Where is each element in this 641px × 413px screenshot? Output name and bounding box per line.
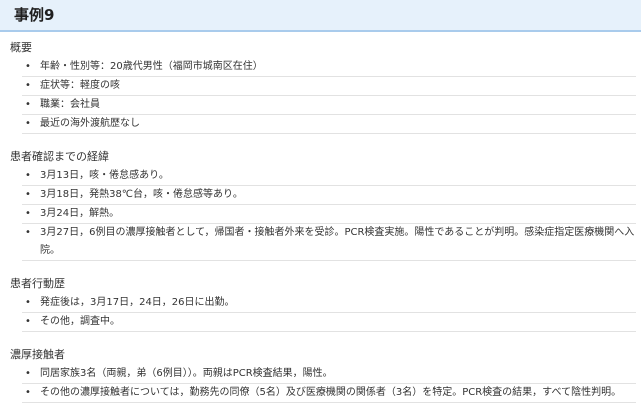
- bullet-icon: [25, 77, 31, 95]
- list-item-text: 職業：会社員: [40, 99, 100, 110]
- list-item-text: その他の濃厚接触者については，勤務先の同僚（5名）及び医療機関の関係者（3名）を…: [40, 387, 622, 398]
- list-item: 職業：会社員: [22, 96, 636, 115]
- bullet-icon: [25, 96, 31, 114]
- bullet-icon: [25, 313, 31, 331]
- bullet-icon: [25, 224, 31, 242]
- list-item: 3月18日，発熱38℃台，咳・倦怠感等あり。: [22, 186, 636, 205]
- section-heading: 概要: [10, 41, 32, 54]
- item-list: 発症後は，3月17日，24日，26日に出勤。 その他，調査中。: [22, 294, 636, 332]
- section-close-contacts: 濃厚接触者 同居家族3名（両親，弟（6例目））。両親はPCR検査結果，陽性。 そ…: [0, 347, 641, 403]
- list-item: 年齢・性別等：20歳代男性（福岡市城南区在住）: [22, 58, 636, 77]
- bullet-icon: [25, 58, 31, 76]
- list-item: 3月24日，解熱。: [22, 205, 636, 224]
- list-item-text: その他，調査中。: [40, 316, 120, 327]
- section-history: 患者確認までの経緯 3月13日，咳・倦怠感あり。 3月18日，発熱38℃台，咳・…: [0, 149, 641, 261]
- bullet-icon: [25, 365, 31, 383]
- list-item-text: 症状等：軽度の咳: [40, 80, 120, 91]
- list-item: 同居家族3名（両親，弟（6例目））。両親はPCR検査結果，陽性。: [22, 365, 636, 384]
- item-list: 3月13日，咳・倦怠感あり。 3月18日，発熱38℃台，咳・倦怠感等あり。 3月…: [22, 167, 636, 261]
- item-list: 年齢・性別等：20歳代男性（福岡市城南区在住） 症状等：軽度の咳 職業：会社員 …: [22, 58, 636, 134]
- bullet-icon: [25, 167, 31, 185]
- list-item: 最近の海外渡航歴なし: [22, 115, 636, 134]
- section-heading: 患者確認までの経緯: [10, 150, 109, 163]
- bullet-icon: [25, 205, 31, 223]
- section-heading: 患者行動歴: [10, 277, 65, 290]
- bullet-icon: [25, 115, 31, 133]
- section-heading: 濃厚接触者: [10, 348, 65, 361]
- list-item-text: 3月27日，6例目の濃厚接触者として，帰国者・接触者外来を受診。PCR検査実施。…: [40, 227, 635, 256]
- list-item-text: 同居家族3名（両親，弟（6例目））。両親はPCR検査結果，陽性。: [40, 368, 333, 379]
- section-activity: 患者行動歴 発症後は，3月17日，24日，26日に出勤。 その他，調査中。: [0, 276, 641, 332]
- page-title: 事例9: [14, 6, 55, 24]
- bullet-icon: [25, 294, 31, 312]
- list-item-text: 発症後は，3月17日，24日，26日に出勤。: [40, 297, 235, 308]
- bullet-icon: [25, 186, 31, 204]
- list-item: その他，調査中。: [22, 313, 636, 332]
- page-header: 事例9: [0, 0, 641, 32]
- list-item-text: 年齢・性別等：20歳代男性（福岡市城南区在住）: [40, 61, 263, 72]
- item-list: 同居家族3名（両親，弟（6例目））。両親はPCR検査結果，陽性。 その他の濃厚接…: [22, 365, 636, 403]
- bullet-icon: [25, 384, 31, 402]
- list-item-text: 3月13日，咳・倦怠感あり。: [40, 170, 169, 181]
- list-item-text: 3月18日，発熱38℃台，咳・倦怠感等あり。: [40, 189, 243, 200]
- list-item: 発症後は，3月17日，24日，26日に出勤。: [22, 294, 636, 313]
- list-item-text: 最近の海外渡航歴なし: [40, 118, 140, 129]
- list-item: その他の濃厚接触者については，勤務先の同僚（5名）及び医療機関の関係者（3名）を…: [22, 384, 636, 403]
- section-overview: 概要 年齢・性別等：20歳代男性（福岡市城南区在住） 症状等：軽度の咳 職業：会…: [0, 40, 641, 134]
- list-item: 3月13日，咳・倦怠感あり。: [22, 167, 636, 186]
- list-item: 3月27日，6例目の濃厚接触者として，帰国者・接触者外来を受診。PCR検査実施。…: [22, 224, 636, 261]
- list-item-text: 3月24日，解熱。: [40, 208, 120, 219]
- list-item: 症状等：軽度の咳: [22, 77, 636, 96]
